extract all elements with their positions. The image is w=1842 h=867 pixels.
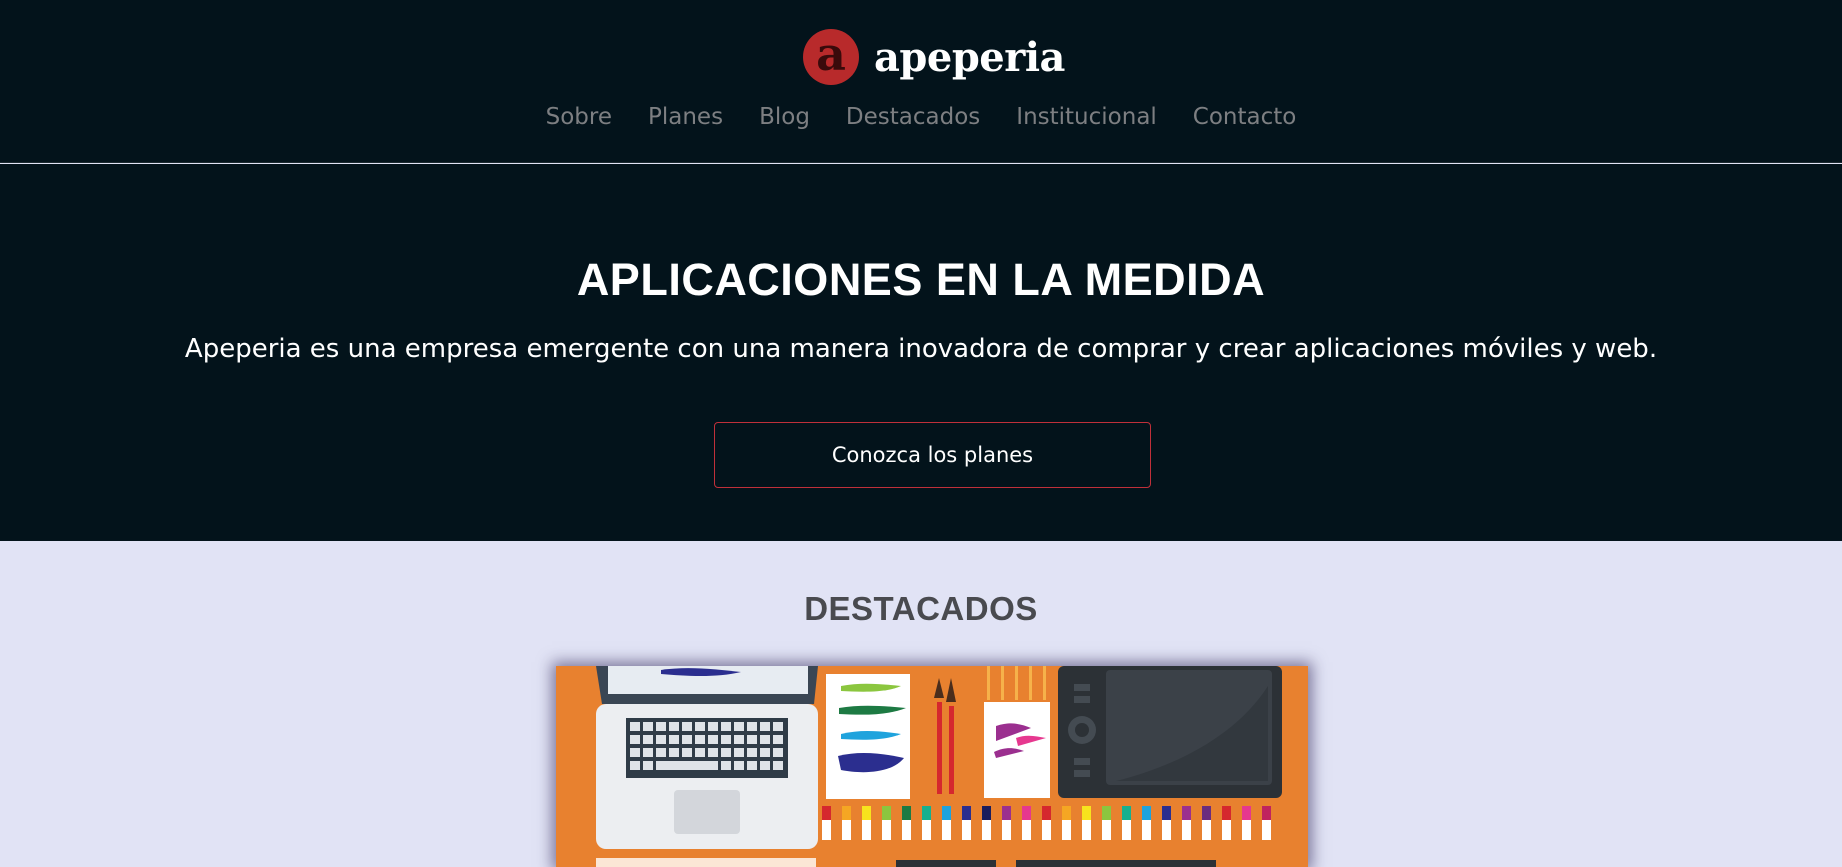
brand-name: apeperia xyxy=(874,33,1065,81)
paint-tubes-row xyxy=(822,806,1271,840)
nav-item-planes[interactable]: Planes xyxy=(648,104,723,130)
nav-item-contacto[interactable]: Contacto xyxy=(1193,104,1297,130)
nav-item-institucional[interactable]: Institucional xyxy=(1016,104,1157,130)
hero-section: APLICACIONES EN LA MEDIDA Apeperia es un… xyxy=(0,164,1842,541)
featured-title: DESTACADOS xyxy=(804,590,1038,627)
hero-subtitle: Apeperia es una empresa emergente con un… xyxy=(184,334,1658,364)
workspace-illustration xyxy=(556,666,1308,867)
logo-mark-icon: a xyxy=(803,29,859,85)
nav-item-sobre[interactable]: Sobre xyxy=(546,104,612,130)
hero-title: APLICACIONES EN LA MEDIDA xyxy=(576,254,1266,305)
paint-swatches-paper xyxy=(826,674,910,799)
brand-logo[interactable]: a apeperia xyxy=(803,28,1065,86)
featured-illustration[interactable] xyxy=(556,666,1308,867)
site-header: a apeperia Sobre Planes Blog Destacados … xyxy=(0,0,1842,163)
main-nav: Sobre Planes Blog Destacados Institucion… xyxy=(0,104,1842,130)
drawing-tablet-icon xyxy=(1058,666,1282,798)
nav-item-blog[interactable]: Blog xyxy=(759,104,810,130)
plans-cta-button[interactable]: Conozca los planes xyxy=(714,422,1151,488)
laptop-icon xyxy=(596,666,818,849)
nav-item-destacados[interactable]: Destacados xyxy=(846,104,980,130)
